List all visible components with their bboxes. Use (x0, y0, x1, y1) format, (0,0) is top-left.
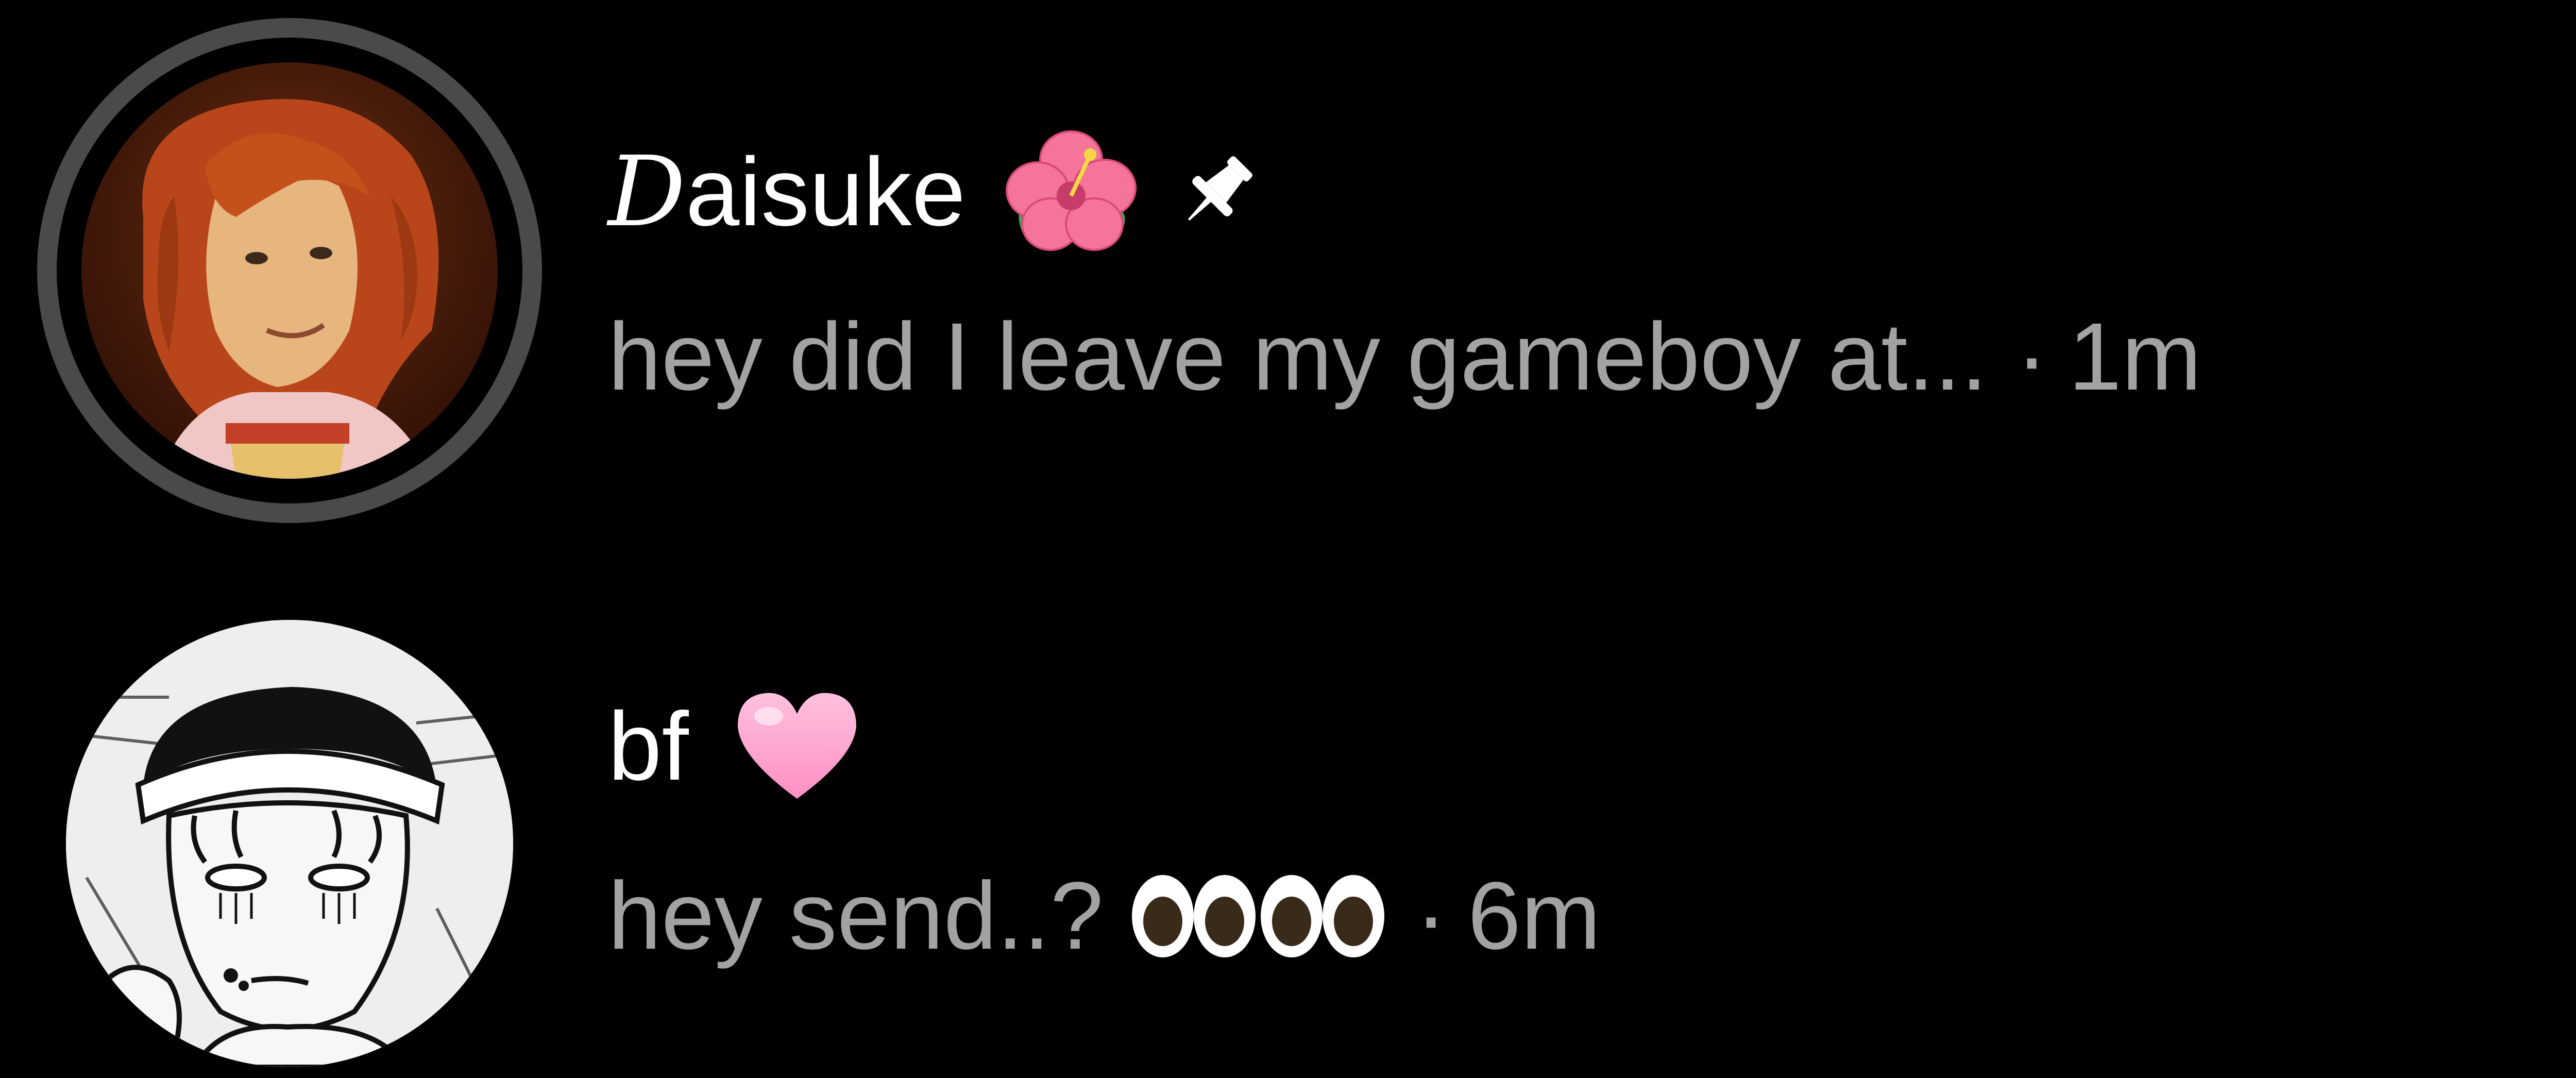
conversation-row-bf[interactable]: bf hey send..? · 6m (0, 567, 2576, 1078)
avatar[interactable] (81, 62, 498, 479)
message-preview: hey send..? (608, 863, 1104, 969)
hibiscus-icon (1002, 129, 1141, 255)
avatar-anime-image (81, 62, 498, 479)
conversation-name-row: bf (608, 685, 864, 806)
eyes-icon (1129, 870, 1387, 963)
conversation-name: bf (608, 692, 689, 800)
messages-screen: Daisuke hey did I leave my gameboy at...… (0, 0, 2576, 1078)
pin-icon[interactable] (1172, 144, 1264, 240)
story-ring[interactable] (37, 18, 542, 523)
separator-dot: · (1415, 863, 1447, 969)
timestamp: 1m (2068, 304, 2202, 410)
message-preview: hey did I leave my gameboy at... (608, 304, 1988, 410)
message-preview-row: hey send..? · 6m (608, 868, 1601, 964)
pink-heart-icon (730, 685, 864, 806)
story-ring-gap (57, 38, 522, 503)
avatar[interactable] (66, 620, 513, 1067)
timestamp: 6m (1467, 863, 1601, 969)
message-preview-row: hey did I leave my gameboy at... · 1m (608, 309, 2201, 405)
avatar-manga-image (66, 620, 513, 1067)
conversation-row-daisuke[interactable]: Daisuke hey did I leave my gameboy at...… (0, 0, 2576, 523)
conversation-name-row: Daisuke (608, 129, 1264, 255)
separator-dot: · (2015, 304, 2048, 410)
conversation-name: Daisuke (608, 136, 966, 248)
